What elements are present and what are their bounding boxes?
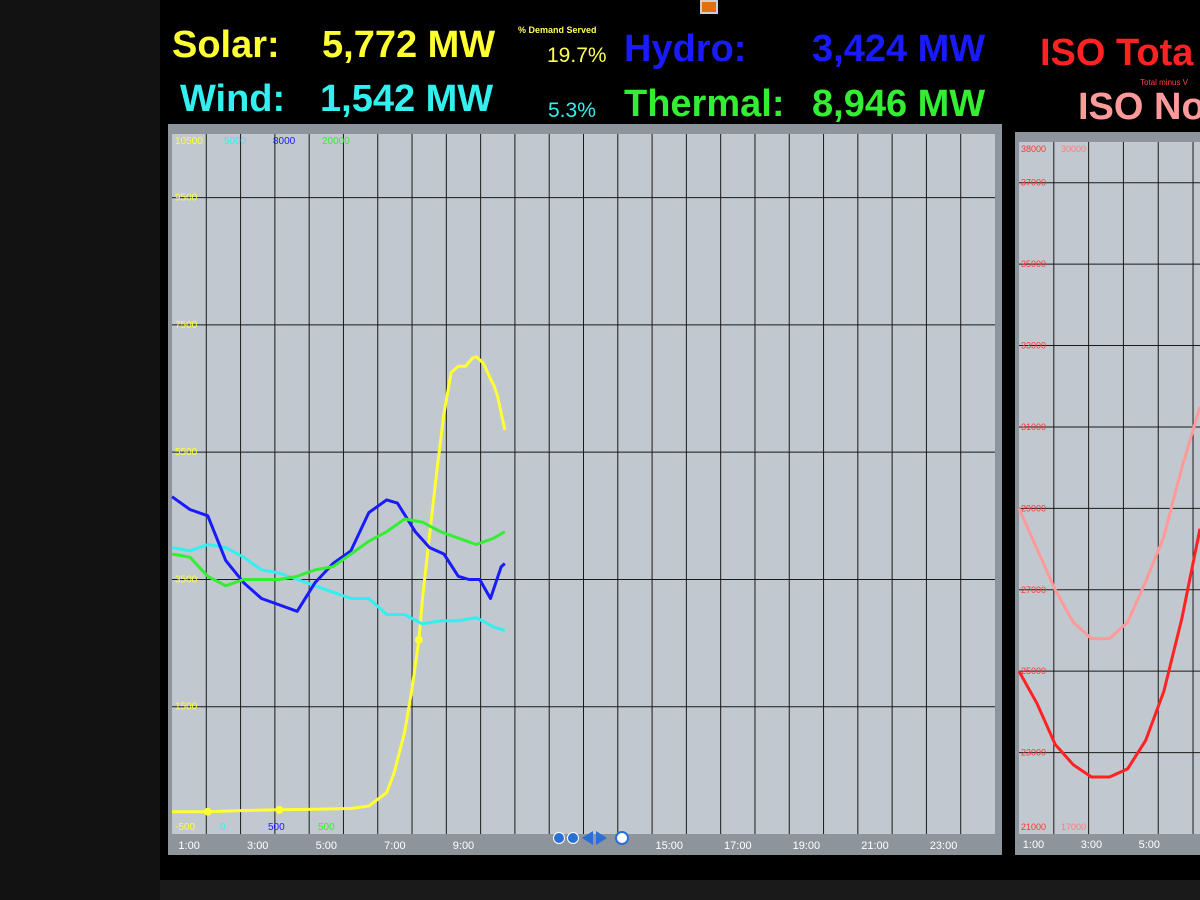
- x-tick-label: 9:00: [453, 840, 474, 852]
- window-icon[interactable]: [700, 0, 718, 14]
- y-tick-label: 31000: [1021, 422, 1046, 432]
- x-tick-label: 23:00: [930, 840, 958, 852]
- x-tick-label: 1:00: [178, 840, 199, 852]
- demand-served-label: % Demand Served: [518, 25, 597, 35]
- solar-marker: [203, 807, 212, 816]
- series-axis-bottom-label: 500: [268, 822, 285, 833]
- y-tick-label: 23000: [1021, 748, 1046, 758]
- refresh-icon[interactable]: [615, 831, 629, 845]
- y-tick-label: 29000: [1021, 503, 1046, 513]
- solar-label: Solar:: [172, 24, 280, 66]
- x-tick-label: 1:00: [1023, 839, 1044, 851]
- x-tick-label: 15:00: [655, 840, 683, 852]
- plot-area: [1019, 142, 1200, 834]
- y-tick-label: 27000: [1021, 585, 1046, 595]
- generation-chart[interactable]: 1050095007500550035001500-5005000 8000 200…: [168, 124, 1002, 855]
- iso-load-chart[interactable]: 38000 37000 35000 33000 31000 29000 27000 25000…: [1015, 132, 1200, 855]
- secondary-axis-top-label: 30000: [1061, 144, 1086, 154]
- series-axis-top-label: 20000: [322, 136, 350, 147]
- x-tick-label: 3:00: [247, 840, 268, 852]
- solar-marker: [414, 635, 423, 644]
- solar-marker: [275, 805, 284, 814]
- zoom-out-icon[interactable]: [567, 832, 579, 844]
- dashboard-screen: Solar: 5,772 MW % Demand Served 19.7% Hy…: [160, 0, 1200, 880]
- hydro-value: 3,424 MW: [812, 28, 986, 70]
- y-tick-label: 25000: [1021, 666, 1046, 676]
- series-axis-bottom-label: 500: [318, 822, 335, 833]
- scroll-right-icon[interactable]: [596, 831, 607, 845]
- x-tick-label: 21:00: [861, 840, 889, 852]
- iso-total-label: ISO Tota: [1040, 32, 1194, 74]
- thermal-label: Thermal:: [624, 83, 785, 125]
- y-tick-label: -500: [175, 822, 195, 833]
- series-axis-bottom-label: 0: [220, 822, 226, 833]
- y-tick-label: 7500: [175, 320, 198, 331]
- scroll-left-icon[interactable]: [582, 831, 593, 845]
- y-tick-label: 33000: [1021, 341, 1046, 351]
- hydro-label: Hydro:: [624, 28, 747, 70]
- monitor-bottom-bezel: [160, 880, 1200, 900]
- x-tick-label: 3:00: [1081, 839, 1102, 851]
- secondary-axis-bottom-label: 17000: [1061, 822, 1086, 832]
- solar-value: 5,772 MW: [322, 24, 496, 66]
- x-tick-label: 17:00: [724, 840, 752, 852]
- wind-value: 1,542 MW: [320, 78, 494, 120]
- solar-percent: 19.7%: [547, 44, 607, 67]
- y-tick-label: 35000: [1021, 259, 1046, 269]
- series-axis-top-label: 8000: [273, 136, 296, 147]
- y-tick-label: 3500: [175, 574, 198, 585]
- y-tick-label: 5500: [175, 447, 198, 458]
- zoom-in-icon[interactable]: [553, 832, 565, 844]
- y-tick-label: 21000: [1021, 822, 1046, 832]
- thermal-value: 8,946 MW: [812, 83, 986, 125]
- x-tick-label: 5:00: [1139, 839, 1160, 851]
- x-tick-label: 19:00: [793, 840, 821, 852]
- x-tick-label: 5:00: [316, 840, 337, 852]
- y-tick-label: 9500: [175, 193, 198, 204]
- y-tick-label: 37000: [1021, 178, 1046, 188]
- wind-percent: 5.3%: [548, 99, 596, 122]
- y-tick-label: 1500: [175, 702, 198, 713]
- monitor-bezel: [0, 0, 160, 900]
- iso-net-label: ISO No: [1078, 86, 1200, 128]
- x-tick-label: 7:00: [384, 840, 405, 852]
- wind-label: Wind:: [180, 78, 286, 120]
- y-tick-label: 10500: [175, 136, 203, 147]
- series-axis-top-label: 5000: [224, 136, 247, 147]
- y-tick-label: 38000: [1021, 144, 1046, 154]
